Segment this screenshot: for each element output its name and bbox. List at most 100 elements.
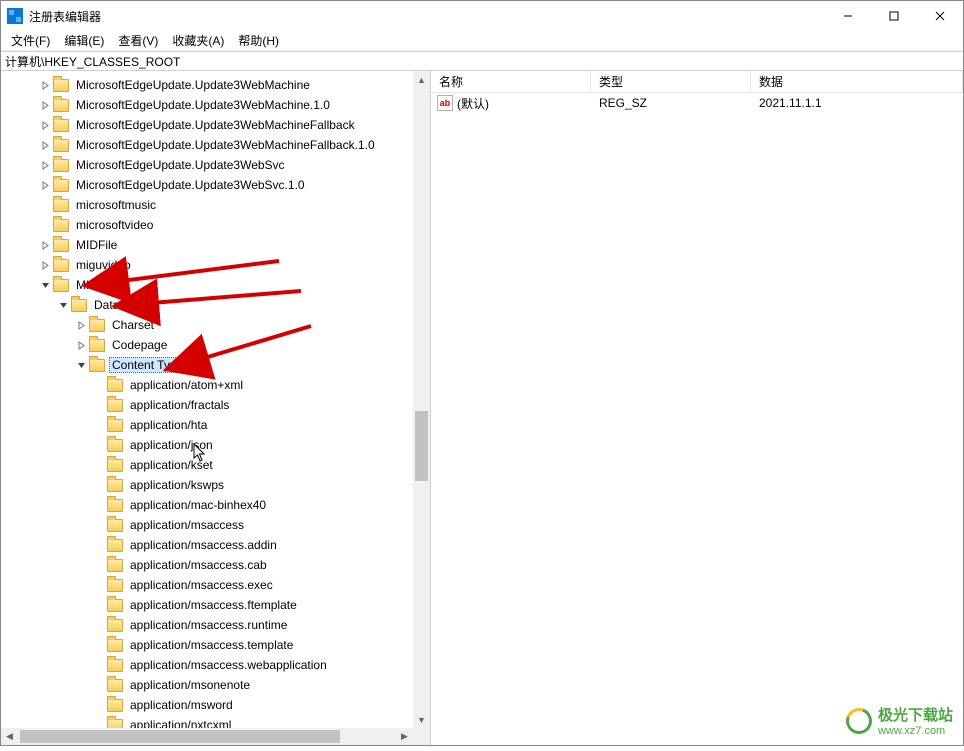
minimize-button[interactable] [825,1,871,31]
expander-closed-icon[interactable] [37,157,53,173]
tree-item-label: microsoftmusic [73,197,159,213]
expander-closed-icon[interactable] [37,137,53,153]
scroll-down-icon[interactable]: ▼ [413,711,430,728]
tree-item[interactable]: application/msaccess.exec [1,575,413,595]
tree-item[interactable]: MicrosoftEdgeUpdate.Update3WebMachine [1,75,413,95]
tree-item-label: MicrosoftEdgeUpdate.Update3WebMachine [73,77,313,93]
tree-item[interactable]: application/json [1,435,413,455]
menu-edit[interactable]: 编辑(E) [58,30,110,51]
expander-closed-icon[interactable] [37,257,53,273]
tree-item-label: application/mac-binhex40 [127,497,269,513]
tree-item[interactable]: microsoftmusic [1,195,413,215]
folder-icon [107,479,123,492]
registry-tree[interactable]: MicrosoftEdgeUpdate.Update3WebMachine Mic… [1,71,413,728]
tree-item[interactable]: application/msaccess.runtime [1,615,413,635]
scroll-right-icon[interactable]: ▶ [396,731,413,742]
tree-item[interactable]: MIME [1,275,413,295]
expander-closed-icon[interactable] [37,117,53,133]
watermark-brand: 极光下载站 [878,707,953,724]
tree-item-label: application/msaccess.template [127,637,296,653]
tree-item[interactable]: Content Type [1,355,413,375]
tree-item-label: application/kset [127,457,216,473]
maximize-button[interactable] [871,1,917,31]
menu-file[interactable]: 文件(F) [5,30,56,51]
expander-none [91,597,107,613]
folder-icon [107,639,123,652]
folder-icon [107,719,123,729]
tree-item-label: application/msaccess.runtime [127,617,290,633]
col-name[interactable]: 名称 [431,71,591,92]
tree-item[interactable]: miguvideo [1,255,413,275]
scroll-up-icon[interactable]: ▲ [413,71,430,88]
tree-item[interactable]: application/hta [1,415,413,435]
tree-item[interactable]: MicrosoftEdgeUpdate.Update3WebMachine.1.… [1,95,413,115]
tree-item[interactable]: Codepage [1,335,413,355]
tree-item[interactable]: Database [1,295,413,315]
expander-closed-icon[interactable] [37,97,53,113]
expander-closed-icon[interactable] [73,317,89,333]
expander-closed-icon[interactable] [37,237,53,253]
scroll-left-icon[interactable]: ◀ [1,731,18,742]
scroll-thumb-h[interactable] [20,730,340,743]
tree-item[interactable]: microsoftvideo [1,215,413,235]
tree-item-label: application/msaccess.ftemplate [127,597,300,613]
expander-open-icon[interactable] [73,357,89,373]
folder-icon [107,599,123,612]
title-bar: 注册表编辑器 [1,1,963,31]
tree-item[interactable]: application/msword [1,695,413,715]
tree-item[interactable]: application/msaccess.addin [1,535,413,555]
tree-item[interactable]: application/msaccess.webapplication [1,655,413,675]
tree-item[interactable]: application/atom+xml [1,375,413,395]
scroll-thumb[interactable] [415,411,428,481]
address-bar[interactable]: 计算机\HKEY_CLASSES_ROOT [1,51,963,71]
col-type[interactable]: 类型 [591,71,751,92]
tree-item[interactable]: application/kswps [1,475,413,495]
tree-item-label: miguvideo [73,257,134,273]
tree-item[interactable]: MIDFile [1,235,413,255]
expander-closed-icon[interactable] [37,177,53,193]
watermark-logo-icon [842,703,877,738]
tree-item-label: application/kswps [127,477,227,493]
expander-none [91,457,107,473]
expander-open-icon[interactable] [37,277,53,293]
tree-item[interactable]: application/kset [1,455,413,475]
tree-item[interactable]: application/msaccess.cab [1,555,413,575]
tree-item[interactable]: application/mac-binhex40 [1,495,413,515]
tree-horizontal-scrollbar[interactable]: ◀ ▶ [1,728,413,745]
menu-help[interactable]: 帮助(H) [232,30,285,51]
folder-icon [89,319,105,332]
tree-item[interactable]: application/msaccess.ftemplate [1,595,413,615]
folder-icon [107,379,123,392]
tree-item[interactable]: application/fractals [1,395,413,415]
expander-closed-icon[interactable] [37,77,53,93]
expander-none [91,717,107,728]
tree-item[interactable]: application/msonenote [1,675,413,695]
expander-none [91,617,107,633]
expander-closed-icon[interactable] [73,337,89,353]
main-split: MicrosoftEdgeUpdate.Update3WebMachine Mic… [1,71,963,745]
tree-item-label: MIME [73,277,110,293]
folder-icon [107,679,123,692]
regedit-icon [7,8,23,24]
list-body[interactable]: ab (默认) REG_SZ 2021.11.1.1 [431,93,963,745]
close-button[interactable] [917,1,963,31]
tree-item[interactable]: application/nxtcxml [1,715,413,728]
menu-favorites[interactable]: 收藏夹(A) [166,30,230,51]
tree-item[interactable]: MicrosoftEdgeUpdate.Update3WebMachineFal… [1,115,413,135]
list-row[interactable]: ab (默认) REG_SZ 2021.11.1.1 [431,93,963,113]
folder-icon [53,179,69,192]
expander-none [91,537,107,553]
expander-open-icon[interactable] [55,297,71,313]
tree-item[interactable]: Charset [1,315,413,335]
tree-item[interactable]: MicrosoftEdgeUpdate.Update3WebMachineFal… [1,135,413,155]
tree-item[interactable]: MicrosoftEdgeUpdate.Update3WebSvc.1.0 [1,175,413,195]
expander-none [91,437,107,453]
menu-view[interactable]: 查看(V) [112,30,164,51]
col-data[interactable]: 数据 [751,71,963,92]
tree-item-label: MicrosoftEdgeUpdate.Update3WebMachineFal… [73,117,358,133]
tree-item[interactable]: application/msaccess.template [1,635,413,655]
tree-item[interactable]: application/msaccess [1,515,413,535]
folder-icon [107,459,123,472]
tree-item[interactable]: MicrosoftEdgeUpdate.Update3WebSvc [1,155,413,175]
tree-vertical-scrollbar[interactable]: ▲ ▼ [413,71,430,728]
